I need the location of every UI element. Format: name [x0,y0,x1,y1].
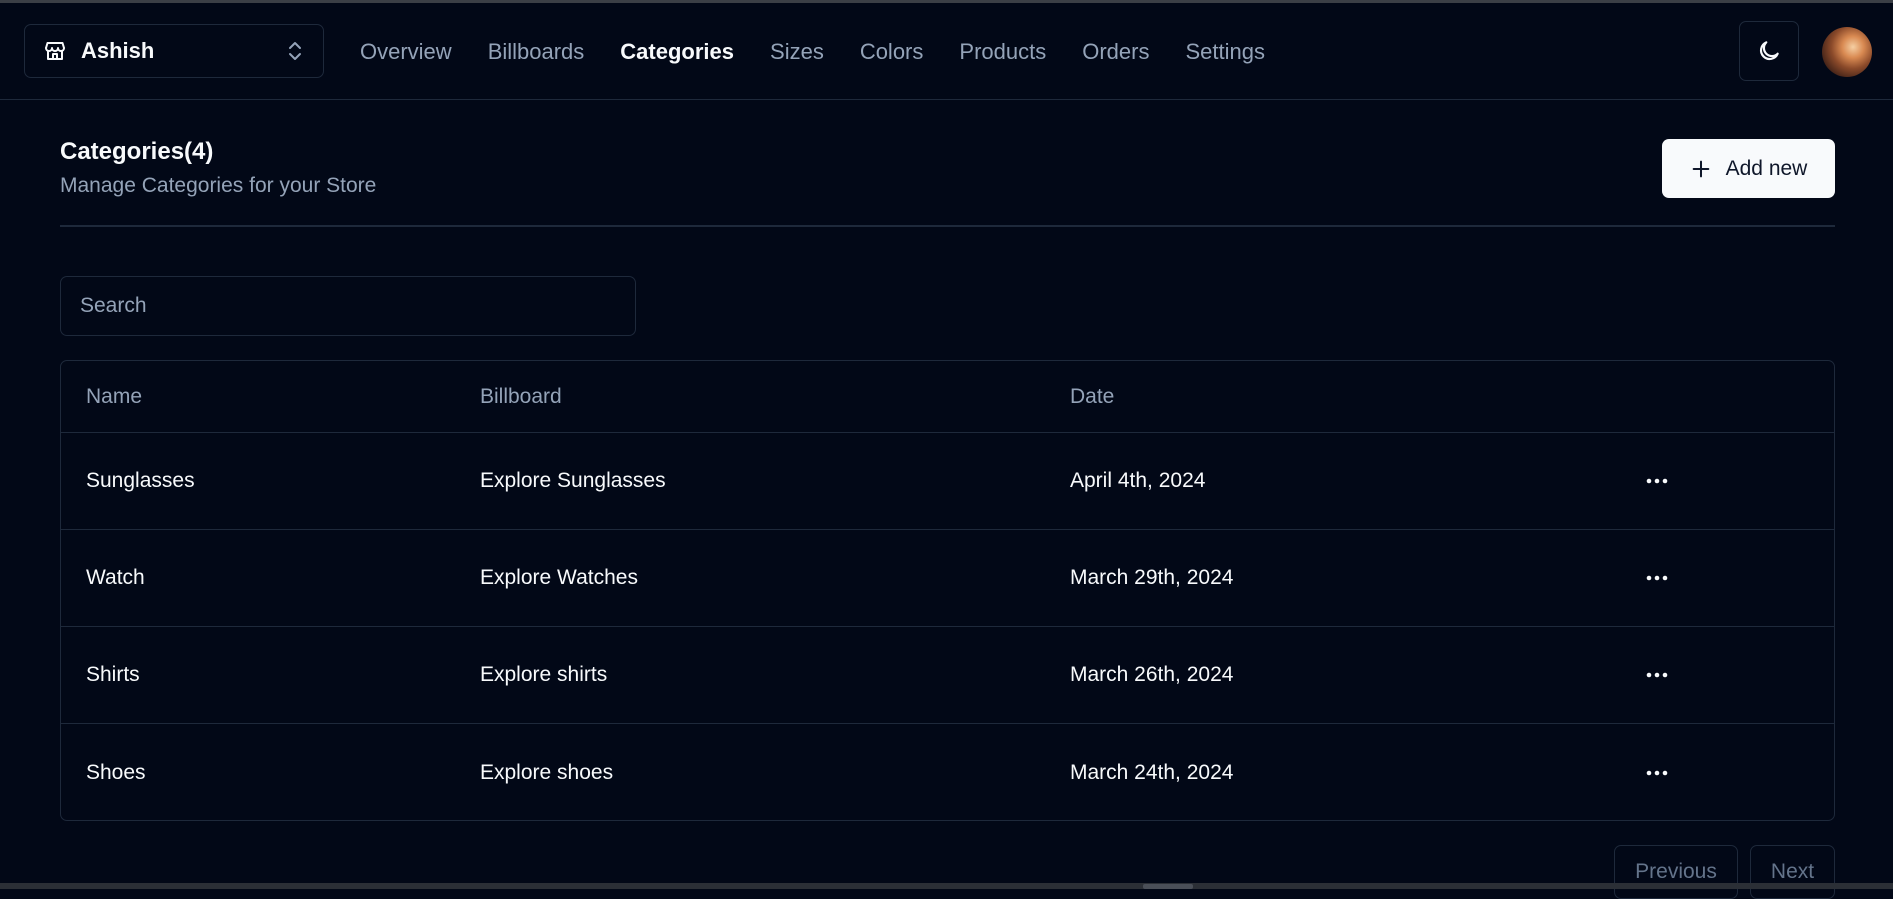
column-header-date: Date [1070,384,1115,408]
more-horizontal-icon[interactable] [1635,756,1679,790]
add-new-button[interactable]: Add new [1662,139,1835,198]
plus-icon [1690,158,1712,180]
moon-icon [1756,38,1782,64]
page-subtitle: Manage Categories for your Store [60,174,377,197]
nav-orders[interactable]: Orders [1082,39,1149,65]
more-horizontal-icon[interactable] [1635,464,1679,498]
column-header-name: Name [86,384,143,408]
theme-toggle-button[interactable] [1739,21,1799,81]
table-row: Sunglasses Explore Sunglasses April 4th,… [61,433,1834,530]
row-name: Watch [86,566,145,589]
main-nav: Overview Billboards Categories Sizes Col… [360,3,1301,100]
store-name: Ashish [81,38,155,63]
row-billboard: Explore shoes [480,760,614,784]
page-heading: Categories(4) Manage Categories for your… [60,138,376,198]
store-icon [43,39,67,63]
row-billboard: Explore shirts [480,663,608,686]
nav-sizes[interactable]: Sizes [770,39,824,65]
more-horizontal-icon[interactable] [1635,561,1679,595]
nav-overview[interactable]: Overview [360,39,452,65]
next-page-button[interactable]: Next [1750,845,1835,899]
row-date: March 26th, 2024 [1070,663,1234,686]
store-switcher[interactable]: Ashish [24,24,324,78]
add-new-label: Add new [1725,156,1808,180]
table-row: Watch Explore Watches March 29th, 2024 [61,530,1834,627]
row-billboard: Explore Watches [480,566,638,589]
row-name: Shirts [86,663,140,686]
row-name: Sunglasses [86,469,195,492]
nav-billboards[interactable]: Billboards [488,39,585,65]
more-horizontal-icon[interactable] [1635,658,1679,692]
row-name: Shoes [86,760,146,784]
nav-products[interactable]: Products [959,39,1046,65]
top-navbar: Ashish Overview Billboards Categories Si… [0,3,1893,100]
table-header-row: Name Billboard Date [61,361,1834,433]
nav-settings[interactable]: Settings [1185,39,1265,65]
row-date: April 4th, 2024 [1070,469,1206,492]
row-date: March 24th, 2024 [1070,760,1234,784]
window-bottom-bar [0,883,1893,889]
header-divider [60,225,1835,227]
user-avatar[interactable] [1822,27,1872,77]
page-title: Categories(4) [60,138,214,165]
scroll-handle[interactable] [1143,884,1193,889]
table-row: Shirts Explore shirts March 26th, 2024 [61,627,1834,724]
nav-colors[interactable]: Colors [860,39,924,65]
previous-page-button[interactable]: Previous [1614,845,1738,899]
table-row: Shoes Explore shoes March 24th, 2024 [61,724,1834,820]
row-billboard: Explore Sunglasses [480,469,666,492]
search-input[interactable] [60,276,636,336]
nav-categories[interactable]: Categories [620,39,734,65]
chevrons-up-down-icon [285,39,305,63]
row-date: March 29th, 2024 [1070,566,1234,589]
categories-table: Name Billboard Date Sunglasses Explore S… [60,360,1835,821]
column-header-billboard: Billboard [480,384,562,408]
